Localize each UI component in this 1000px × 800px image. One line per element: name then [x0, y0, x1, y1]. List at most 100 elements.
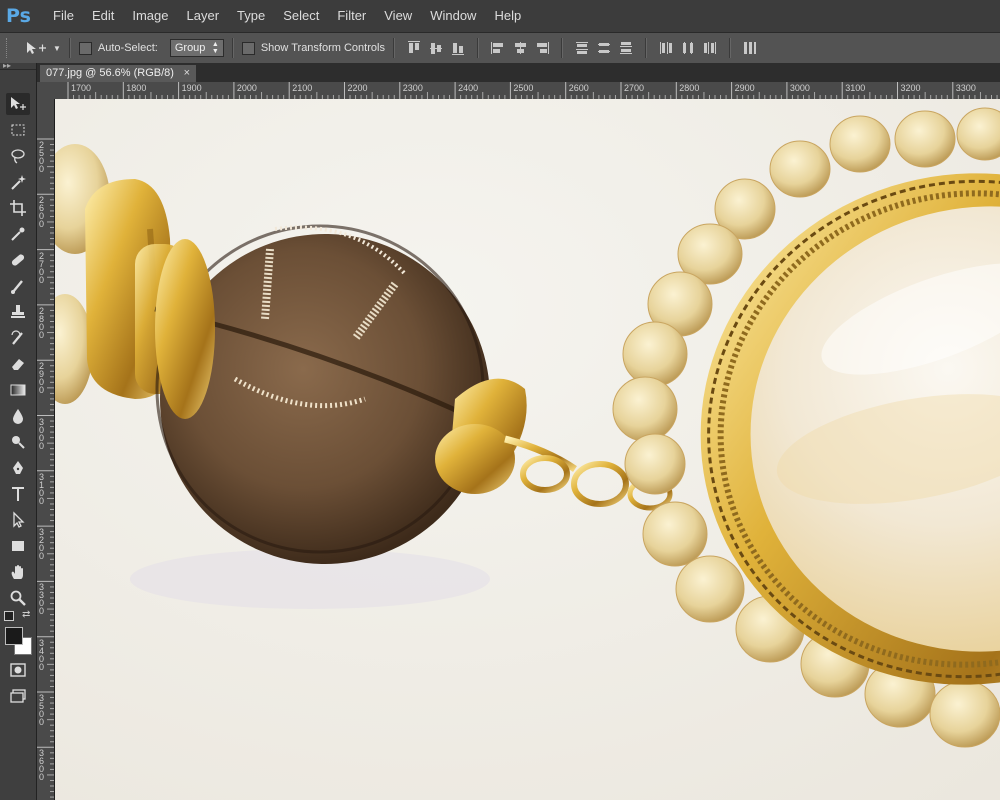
distribute-vertical-centers-icon[interactable] [596, 40, 612, 56]
rectangle-tool[interactable] [6, 535, 30, 557]
chevron-down-icon: ▼ [53, 43, 61, 53]
divider [560, 38, 563, 58]
ruler-origin[interactable] [37, 82, 56, 100]
menu-edit[interactable]: Edit [83, 0, 123, 32]
clone-stamp-tool[interactable] [6, 301, 30, 323]
ruler-label: 2800 [39, 305, 45, 340]
show-transform-checkbox[interactable] [241, 41, 255, 55]
align-horizontal-centers-icon[interactable] [512, 40, 528, 56]
ruler-label: 3100 [39, 471, 45, 506]
align-top-edges-icon[interactable] [406, 40, 422, 56]
align-right-edges-icon[interactable] [534, 40, 550, 56]
align-left-edges-icon[interactable] [490, 40, 506, 56]
vertical-ruler[interactable]: 2500 2600 2700 2800 2900 3000 3100 3200 3300 3400… [37, 99, 55, 800]
document-tab[interactable]: 077.jpg @ 56.6% (RGB/8) × [40, 65, 196, 82]
tools-panel-header[interactable]: ▸▸ [0, 61, 36, 70]
auto-select-dropdown[interactable]: Group ▲ ▼ [169, 39, 224, 57]
divider [392, 38, 395, 58]
type-tool[interactable] [6, 483, 30, 505]
swap-colors-icon[interactable]: ⇄ [22, 609, 30, 620]
auto-align-layers-icon[interactable] [742, 40, 758, 56]
ruler-label: 3000 [39, 416, 45, 451]
rectangular-marquee-icon [11, 124, 25, 136]
ruler-label: 3500 [39, 693, 45, 727]
healing-brush-tool[interactable] [6, 249, 30, 271]
ruler-label: 2700 [624, 83, 645, 93]
rectangle-icon [12, 541, 24, 551]
options-grip[interactable] [6, 38, 13, 58]
menu-help[interactable]: Help [485, 0, 530, 32]
menu-view[interactable]: View [375, 0, 421, 32]
blur-tool[interactable] [6, 405, 30, 427]
eyedropper-tool[interactable] [6, 223, 30, 245]
divider [644, 38, 647, 58]
foreground-color-swatch[interactable] [5, 627, 23, 645]
ruler-label: 2100 [292, 83, 313, 93]
horizontal-ruler[interactable]: 1700 1800 1900 2000 2100 2200 2300 2400 2500 2600… [55, 82, 1000, 100]
menu-window[interactable]: Window [421, 0, 485, 32]
divider [231, 38, 234, 58]
eraser-tool[interactable] [6, 353, 30, 375]
menu-type[interactable]: Type [228, 0, 274, 32]
magic-wand-icon [11, 175, 26, 190]
path-selection-tool[interactable] [6, 509, 30, 531]
screen-mode[interactable] [6, 685, 30, 707]
bandage-icon [11, 254, 25, 266]
hand-tool[interactable] [6, 561, 30, 583]
align-bottom-edges-icon[interactable] [450, 40, 466, 56]
auto-select-checkbox[interactable] [78, 41, 92, 55]
history-brush-tool[interactable] [6, 327, 30, 349]
collapse-icon[interactable]: ▸▸ [3, 61, 11, 70]
align-vertical-centers-icon[interactable] [428, 40, 444, 56]
ruler-label: 2900 [39, 361, 45, 396]
crop-icon [10, 200, 26, 216]
divider [728, 38, 731, 58]
menu-filter[interactable]: Filter [328, 0, 375, 32]
distribute-bottom-edges-icon[interactable] [618, 40, 634, 56]
move-tool-icon [27, 42, 46, 54]
ruler-label: 1900 [181, 83, 202, 93]
marquee-tool[interactable] [6, 119, 30, 141]
ruler-label: 3600 [39, 748, 45, 783]
distribute-left-edges-icon[interactable] [658, 40, 674, 56]
tool-preset-picker[interactable]: ▼ [25, 40, 61, 56]
gradient-icon [10, 384, 26, 396]
magic-wand-tool[interactable] [6, 171, 30, 193]
quick-mask-mode[interactable] [6, 659, 30, 681]
move-icon [11, 97, 26, 110]
history-brush-icon [11, 330, 23, 345]
type-icon [12, 487, 24, 501]
divider [68, 38, 71, 58]
ruler-label: 3100 [845, 83, 866, 93]
lasso-tool[interactable] [6, 145, 30, 167]
close-icon[interactable]: × [184, 65, 190, 82]
jewelry-photo [55, 99, 1000, 800]
ruler-label: 2600 [568, 83, 589, 93]
gradient-tool[interactable] [6, 379, 30, 401]
pen-tool[interactable] [6, 457, 30, 479]
document-canvas[interactable] [55, 99, 1000, 800]
default-colors-icon[interactable] [4, 611, 14, 621]
distribute-horizontal-centers-icon[interactable] [680, 40, 696, 56]
brush-tool[interactable] [6, 275, 30, 297]
dodge-tool[interactable] [6, 431, 30, 453]
menu-file[interactable]: File [44, 0, 83, 32]
menu-select[interactable]: Select [274, 0, 328, 32]
zoom-icon [10, 590, 26, 606]
zoom-tool[interactable] [6, 587, 30, 609]
ruler-label: 1700 [71, 83, 92, 93]
menu-layer[interactable]: Layer [178, 0, 229, 32]
options-bar: ▼ Auto-Select: Group ▲ ▼ Show Transform C… [0, 32, 1000, 64]
move-tool[interactable] [6, 93, 30, 115]
ruler-label: 2300 [402, 83, 423, 93]
menu-image[interactable]: Image [123, 0, 177, 32]
ruler-label: 3200 [900, 83, 921, 93]
document-tab-title: 077.jpg @ 56.6% (RGB/8) [46, 67, 174, 79]
distribute-right-edges-icon[interactable] [702, 40, 718, 56]
crop-tool[interactable] [6, 197, 30, 219]
ruler-label: 3400 [39, 637, 45, 672]
ruler-label: 2800 [679, 83, 700, 93]
hand-icon [11, 565, 23, 579]
distribute-top-edges-icon[interactable] [574, 40, 590, 56]
eyedropper-icon [11, 227, 25, 241]
